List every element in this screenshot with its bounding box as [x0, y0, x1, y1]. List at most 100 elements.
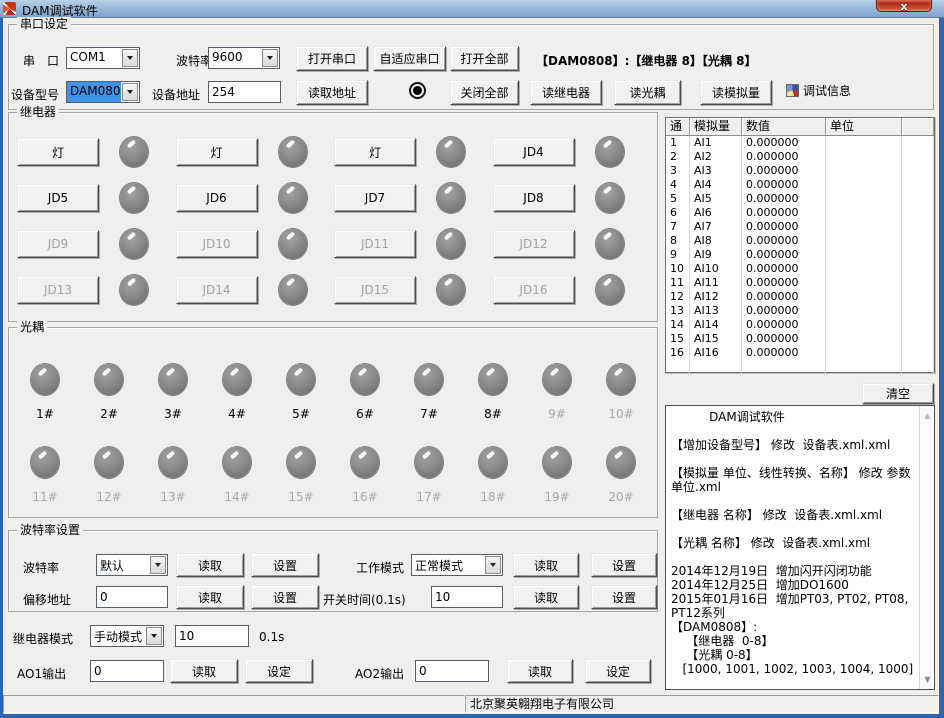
- debug-info-toggle[interactable]: 调试信息: [786, 82, 851, 99]
- port-combobox[interactable]: COM1: [66, 47, 140, 69]
- ao2-set-button[interactable]: 设定: [585, 659, 651, 683]
- ai-column-header[interactable]: [902, 118, 934, 135]
- chevron-down-icon[interactable]: [485, 556, 501, 574]
- chevron-down-icon[interactable]: [150, 556, 166, 574]
- read-opto-button[interactable]: 读光耦: [614, 80, 681, 105]
- table-row[interactable]: 15AI150.000000: [666, 332, 934, 346]
- ao1-input[interactable]: [90, 660, 164, 682]
- chevron-down-icon[interactable]: [122, 83, 138, 101]
- relay-button-3[interactable]: 灯: [334, 138, 416, 166]
- relay-button-16[interactable]: JD16: [493, 276, 575, 304]
- relay-cell: JD15: [334, 276, 493, 304]
- table-row[interactable]: 16AI160.000000: [666, 346, 934, 360]
- table-row[interactable]: 12AI120.000000: [666, 290, 934, 304]
- switch-time-input[interactable]: [431, 586, 503, 608]
- chevron-down-icon[interactable]: [122, 49, 138, 67]
- relay-button-10[interactable]: JD10: [176, 230, 258, 258]
- read-analog-button[interactable]: 读模拟量: [700, 80, 772, 105]
- device-address-input[interactable]: [208, 81, 281, 103]
- offset-set-button[interactable]: 设置: [251, 585, 319, 609]
- open-all-button[interactable]: 打开全部: [450, 46, 519, 71]
- close-button[interactable]: x: [876, 0, 932, 12]
- ao2-read-button[interactable]: 读取: [507, 659, 573, 683]
- relay-button-4[interactable]: JD4: [493, 138, 575, 166]
- relay-button-9[interactable]: JD9: [17, 230, 99, 258]
- table-row[interactable]: 4AI40.000000: [666, 178, 934, 192]
- table-row[interactable]: 1AI10.000000: [666, 136, 934, 150]
- switch-time-set-button[interactable]: 设置: [591, 585, 657, 609]
- switch-time-read-button[interactable]: 读取: [513, 585, 579, 609]
- table-row[interactable]: 3AI30.000000: [666, 164, 934, 178]
- log-content[interactable]: DAM调试软件 【增加设备型号】 修改 设备表.xml.xml 【模拟量 单位、…: [667, 407, 918, 688]
- ai-column-header[interactable]: 通: [666, 118, 690, 135]
- table-row[interactable]: 14AI140.000000: [666, 318, 934, 332]
- offset-read-button[interactable]: 读取: [176, 585, 244, 609]
- table-row[interactable]: 7AI70.000000: [666, 220, 934, 234]
- table-cell: 0.000000: [742, 234, 826, 248]
- baud-combobox[interactable]: 9600: [208, 47, 280, 69]
- chevron-down-icon[interactable]: [146, 627, 162, 645]
- read-address-button[interactable]: 读取地址: [296, 80, 368, 105]
- model-combobox[interactable]: DAM0808: [66, 81, 140, 103]
- table-row[interactable]: 2AI20.000000: [666, 150, 934, 164]
- log-scrollbar[interactable]: ▲ ▼: [919, 406, 934, 689]
- relay-button-2[interactable]: 灯: [176, 138, 258, 166]
- opto-led-4: [223, 364, 251, 395]
- ao1-read-button[interactable]: 读取: [170, 659, 238, 683]
- opto-row-1: 1#2#3#4#5#6#7#8#9#10#: [13, 364, 653, 421]
- table-row[interactable]: 6AI60.000000: [666, 206, 934, 220]
- relay-button-5[interactable]: JD5: [17, 184, 99, 212]
- baudrate-read-button[interactable]: 读取: [176, 553, 244, 577]
- relay-button-11[interactable]: JD11: [334, 230, 416, 258]
- work-mode-set-button[interactable]: 设置: [591, 553, 657, 577]
- opto-cell: 14#: [223, 447, 251, 504]
- scrollbar-down-arrow[interactable]: ▼: [920, 672, 935, 687]
- relay-button-12[interactable]: JD12: [493, 230, 575, 258]
- relay-mode-combobox[interactable]: 手动模式: [90, 625, 164, 647]
- work-mode-read-button[interactable]: 读取: [513, 553, 579, 577]
- opto-led-6: [351, 364, 379, 395]
- table-row[interactable]: 5AI50.000000: [666, 192, 934, 206]
- clear-log-button[interactable]: 清空: [862, 383, 934, 404]
- table-cell: 8: [666, 234, 690, 248]
- relay-button-13[interactable]: JD13: [17, 276, 99, 304]
- relay-button-8[interactable]: JD8: [493, 184, 575, 212]
- table-cell: 11: [666, 276, 690, 290]
- table-row[interactable]: 8AI80.000000: [666, 234, 934, 248]
- relay-button-1[interactable]: 灯: [17, 138, 99, 166]
- relay-time-input[interactable]: [175, 625, 249, 647]
- ao1-set-button[interactable]: 设定: [245, 659, 313, 683]
- close-all-button[interactable]: 关闭全部: [450, 80, 519, 105]
- relay-button-6[interactable]: JD6: [176, 184, 258, 212]
- baudrate-combobox[interactable]: 默认: [96, 554, 168, 576]
- relay-time-unit-label: 0.1s: [259, 630, 284, 644]
- relay-led-6: [279, 183, 307, 213]
- chevron-down-icon[interactable]: [262, 49, 278, 67]
- ai-column-header[interactable]: 单位: [826, 118, 902, 135]
- relay-button-15[interactable]: JD15: [334, 276, 416, 304]
- scrollbar-up-arrow[interactable]: ▲: [920, 408, 935, 423]
- baudrate-set-button[interactable]: 设置: [251, 553, 319, 577]
- table-row[interactable]: 10AI100.000000: [666, 262, 934, 276]
- relay-button-14[interactable]: JD14: [176, 276, 258, 304]
- opto-label-8: 8#: [484, 407, 502, 421]
- relay-led-4: [596, 137, 624, 167]
- read-relay-button[interactable]: 读继电器: [530, 80, 602, 105]
- relay-button-7[interactable]: JD7: [334, 184, 416, 212]
- table-row[interactable]: 13AI130.000000: [666, 304, 934, 318]
- opto-label-17: 17#: [416, 490, 441, 504]
- table-cell: [826, 304, 902, 318]
- auto-port-button[interactable]: 自适应串口: [373, 46, 446, 71]
- ai-column-header[interactable]: 模拟量: [690, 118, 742, 135]
- table-cell: AI14: [690, 318, 742, 332]
- table-cell: [826, 164, 902, 178]
- ao2-input[interactable]: [415, 660, 489, 682]
- table-row[interactable]: 11AI110.000000: [666, 276, 934, 290]
- offset-address-input[interactable]: [96, 586, 168, 608]
- opto-led-12: [95, 447, 123, 478]
- ai-column-header[interactable]: 数值: [742, 118, 826, 135]
- work-mode-combobox[interactable]: 正常模式: [411, 554, 503, 576]
- open-port-button[interactable]: 打开串口: [296, 46, 368, 71]
- table-cell: [902, 150, 934, 164]
- table-row[interactable]: 9AI90.000000: [666, 248, 934, 262]
